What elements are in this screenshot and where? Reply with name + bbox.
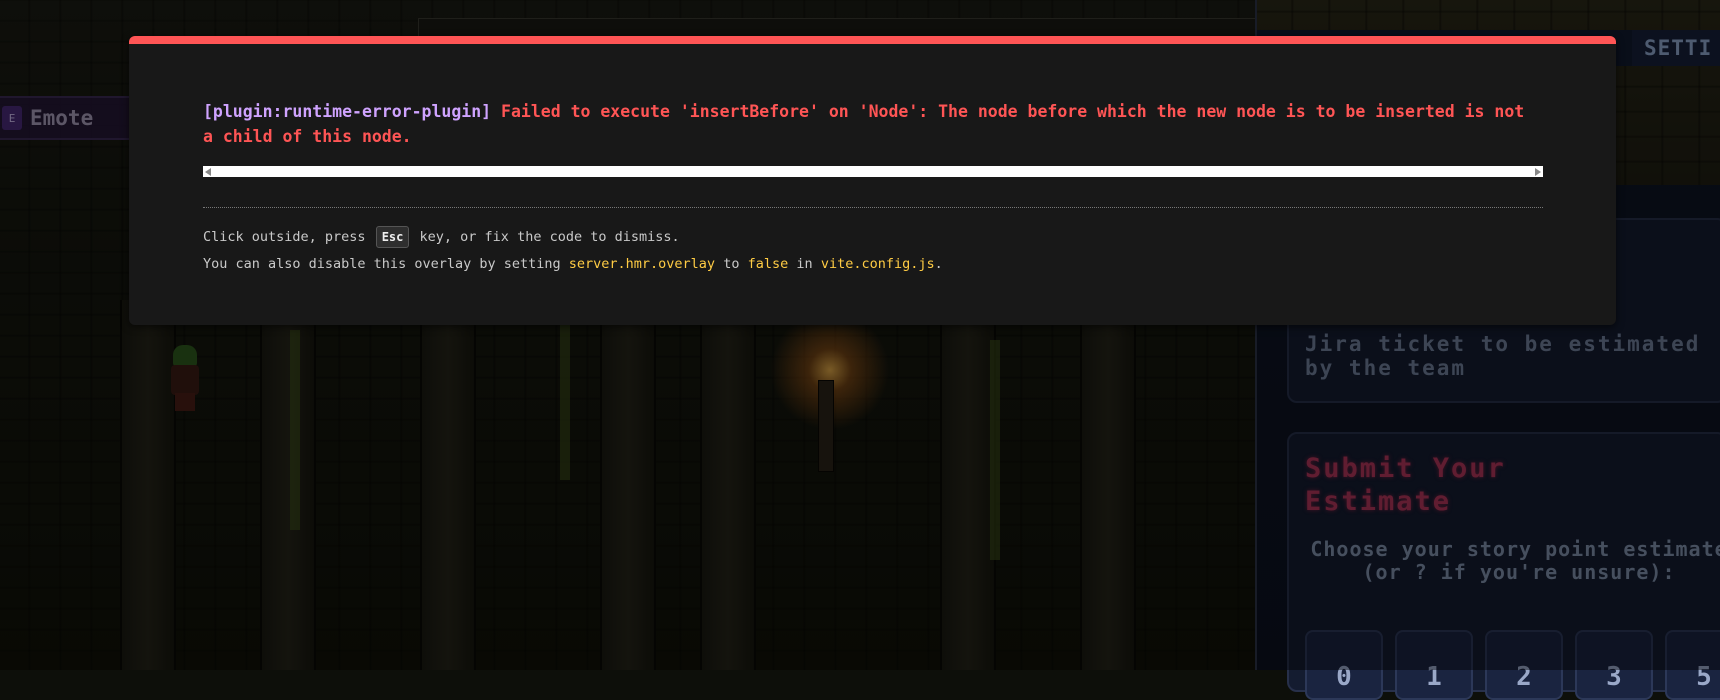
dismiss-tip: Click outside, press Esc key, or fix the…	[203, 224, 1543, 278]
tip-text: Click outside, press	[203, 229, 366, 245]
config-value: false	[747, 256, 789, 272]
config-key: server.hmr.overlay	[568, 256, 716, 272]
divider	[203, 207, 1543, 208]
tip-line-2: You can also disable this overlay by set…	[203, 251, 1543, 278]
plugin-name: [plugin:runtime-error-plugin]	[203, 102, 492, 121]
tip-text: to	[723, 256, 740, 272]
tip-text: .	[934, 256, 943, 272]
tip-text: key, or fix the code to dismiss.	[419, 229, 680, 245]
tip-line-1: Click outside, press Esc key, or fix the…	[203, 224, 1543, 251]
code-frame-scrollbar[interactable]	[203, 166, 1543, 177]
tip-text: in	[796, 256, 813, 272]
error-message: [plugin:runtime-error-plugin] Failed to …	[203, 99, 1543, 149]
esc-key: Esc	[375, 226, 410, 248]
scroll-right-icon[interactable]	[1535, 168, 1541, 176]
scroll-left-icon[interactable]	[205, 168, 211, 176]
config-file: vite.config.js	[820, 256, 935, 272]
tip-text: You can also disable this overlay by set…	[203, 256, 561, 272]
error-overlay-window: [plugin:runtime-error-plugin] Failed to …	[129, 36, 1616, 325]
